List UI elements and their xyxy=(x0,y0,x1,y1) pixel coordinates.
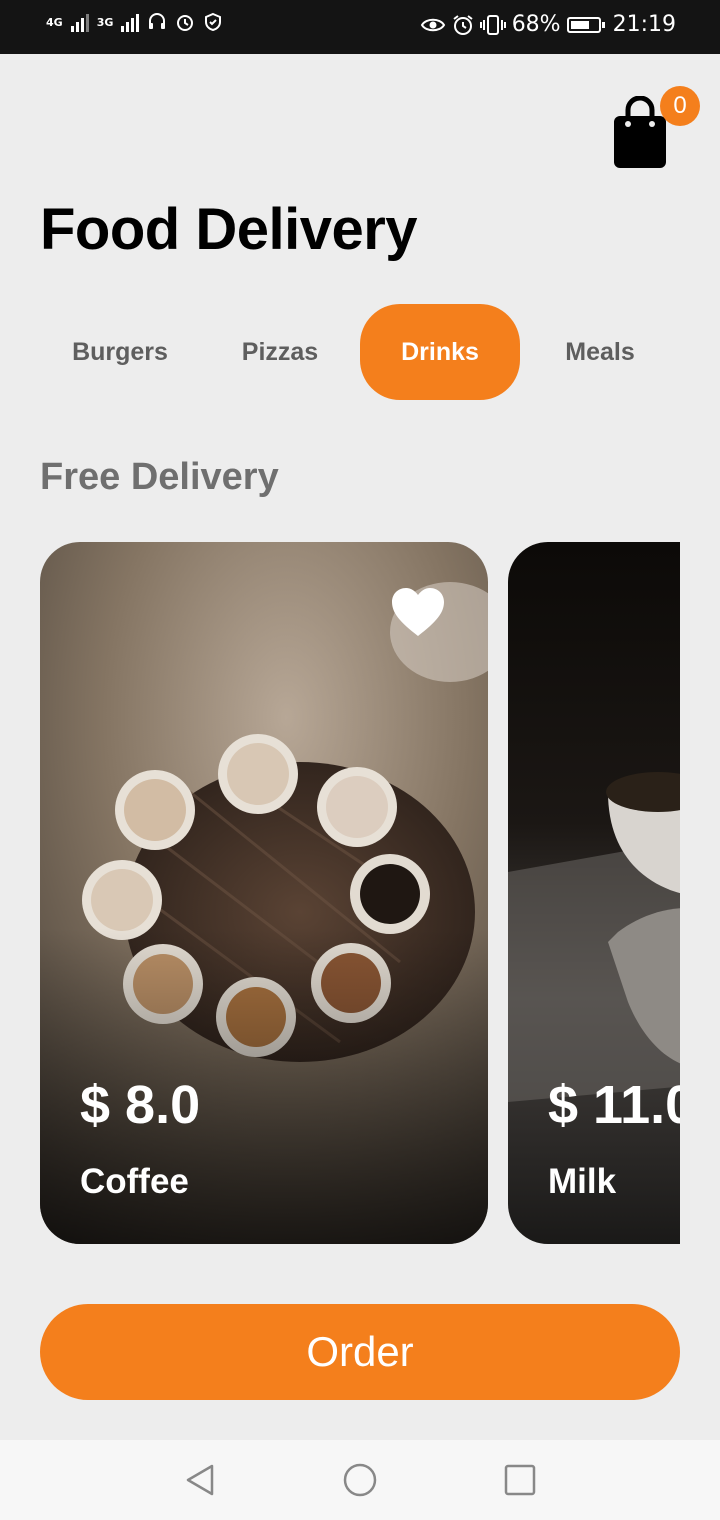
navigation-bar xyxy=(0,1440,720,1520)
heart-icon[interactable] xyxy=(390,586,446,638)
milk-photo xyxy=(508,542,680,1244)
product-name: Coffee xyxy=(80,1162,189,1201)
clock: 21:19 xyxy=(612,12,676,37)
page-title: Food Delivery xyxy=(40,197,418,262)
back-icon[interactable] xyxy=(182,1462,218,1498)
cart-count-badge: 0 xyxy=(660,86,700,126)
category-tabs: Burgers Pizzas Drinks Meals xyxy=(40,304,680,400)
status-left: 4G 3G xyxy=(46,12,223,32)
recents-icon[interactable] xyxy=(502,1462,538,1498)
product-name: Milk xyxy=(548,1162,617,1201)
signal-icon xyxy=(70,12,89,32)
section-title: Free Delivery xyxy=(40,456,279,498)
product-card-milk[interactable]: $ 11.0 Milk xyxy=(508,542,680,1244)
tab-meals[interactable]: Meals xyxy=(520,304,680,400)
home-icon[interactable] xyxy=(342,1462,378,1498)
vibrate-icon xyxy=(479,14,506,35)
tab-drinks[interactable]: Drinks xyxy=(360,304,520,400)
battery-percent: 68% xyxy=(511,12,561,37)
product-carousel[interactable]: $ 8.0 Coffee $ 11.0 Milk xyxy=(40,542,680,1244)
tab-pizzas[interactable]: Pizzas xyxy=(200,304,360,400)
product-price: $ 8.0 xyxy=(80,1075,201,1135)
product-card-coffee[interactable]: $ 8.0 Coffee xyxy=(40,542,488,1244)
product-price: $ 11.0 xyxy=(548,1075,680,1135)
coffee-photo xyxy=(40,542,488,1244)
eye-icon xyxy=(420,18,445,31)
network-type-label: 3G xyxy=(96,15,114,29)
network-type-label: 4G xyxy=(46,15,63,29)
battery-level-fill xyxy=(570,20,589,29)
signal-icon xyxy=(121,12,140,32)
status-right: 68% 21:19 xyxy=(420,12,676,37)
shield-icon xyxy=(205,12,222,32)
status-bar: 4G 3G 68% 21:19 xyxy=(0,0,720,54)
order-button[interactable]: Order xyxy=(40,1304,680,1400)
battery-icon xyxy=(566,16,605,33)
tab-burgers[interactable]: Burgers xyxy=(40,304,200,400)
alarm-icon xyxy=(177,15,194,31)
alarm-icon xyxy=(453,14,473,35)
headset-icon xyxy=(149,13,166,29)
